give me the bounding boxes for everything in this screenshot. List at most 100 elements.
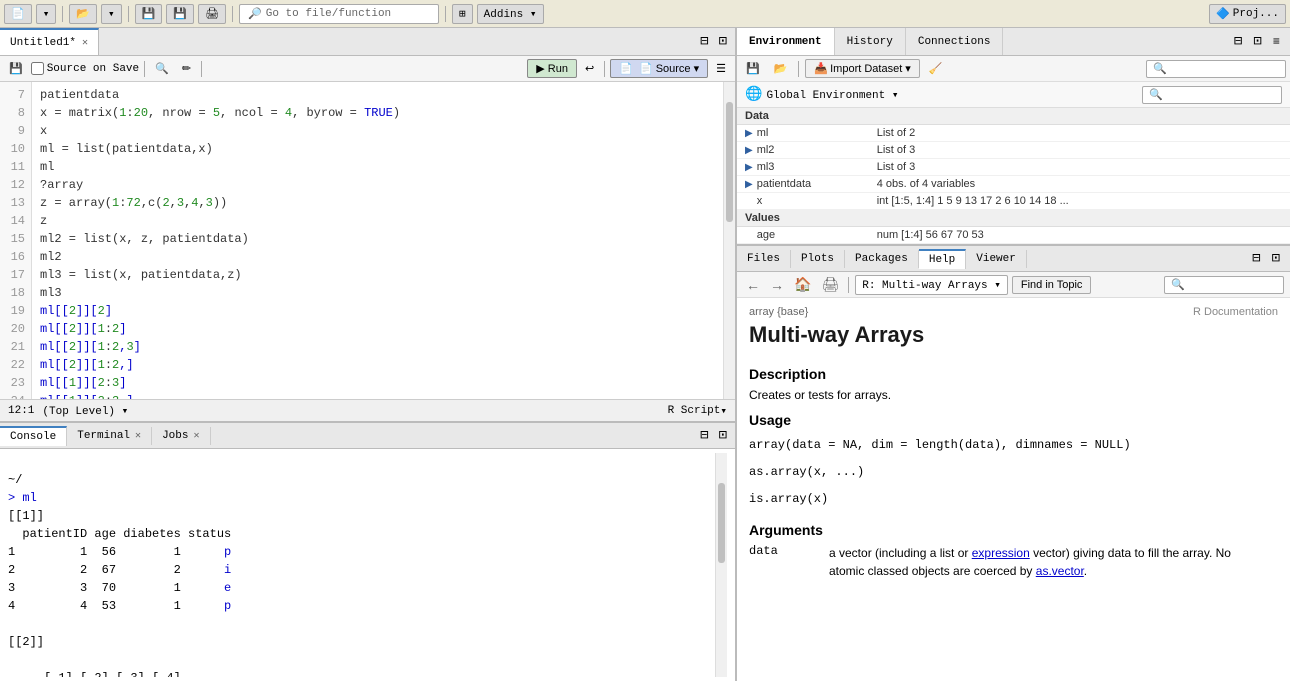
r-multiway-dropdown[interactable]: R: Multi-way Arrays ▾ — [855, 275, 1008, 295]
minimize-console-btn[interactable]: ⊟ — [696, 427, 712, 444]
env-row-age[interactable]: ▶ age num [1:4] 56 67 70 53 — [737, 227, 1290, 244]
console-scrollbar[interactable] — [715, 453, 727, 677]
open-file-btn[interactable]: 📂 — [69, 4, 97, 24]
terminal-tab-label: Terminal — [77, 430, 130, 442]
source-icon: 📄 — [619, 63, 633, 75]
source-on-save-checkbox[interactable] — [31, 62, 44, 75]
help-title: Multi-way Arrays — [749, 322, 1278, 348]
sep-6 — [201, 61, 202, 77]
find-in-topic-btn[interactable]: Find in Topic — [1012, 276, 1092, 294]
help-forward-btn[interactable]: → — [767, 277, 787, 293]
arguments-data-row: data a vector (including a list or expre… — [749, 542, 1278, 582]
env-options-icon[interactable]: ≡ — [1269, 35, 1284, 49]
env-row-ml3[interactable]: ▶ ml3 List of 3 — [737, 159, 1290, 176]
env-filter-input[interactable] — [1142, 86, 1282, 104]
connections-tab[interactable]: Connections — [906, 28, 1004, 55]
global-env-label: Global Environment ▾ — [766, 88, 898, 102]
data-arg-name: data — [749, 544, 829, 580]
minimize-help-btn[interactable]: ⊟ — [1248, 250, 1264, 267]
terminal-tab[interactable]: Terminal ✕ — [67, 427, 152, 445]
minimize-env-btn[interactable]: ⊟ — [1230, 33, 1246, 50]
print-btn[interactable]: 🖨 — [198, 4, 226, 24]
script-type-dropdown[interactable]: ▾ — [720, 404, 727, 418]
usage-code1: array(data = NA, dim = length(data), dim… — [749, 436, 1278, 455]
import-dataset-btn[interactable]: 📥 Import Dataset ▾ — [805, 59, 919, 78]
clear-env-btn[interactable]: 🧹 — [924, 60, 948, 77]
patientdata-arrow: ▶ — [745, 179, 753, 190]
new-file-dropdown-btn[interactable]: ▾ — [36, 4, 57, 24]
as-vector-link[interactable]: as.vector — [1036, 564, 1084, 578]
maximize-help-btn[interactable]: ⊡ — [1268, 250, 1284, 267]
history-tab[interactable]: History — [835, 28, 906, 55]
console-text[interactable]: ~/ > ml [[1]] patientID age diabetes sta… — [8, 453, 715, 677]
jobs-tab[interactable]: Jobs ✕ — [152, 427, 210, 445]
save-btn[interactable]: 💾 — [135, 4, 163, 24]
editor-tab-close[interactable]: ✕ — [82, 37, 88, 49]
code-editor: 7 8 9 10 11 12 13 14 15 16 17 18 19 20 2… — [0, 82, 735, 399]
project-btn[interactable]: 🔷 Proj... — [1209, 4, 1286, 24]
usage-code2: as.array(x, ...) — [749, 463, 1278, 482]
left-panel: Untitled1* ✕ ⊟ ⊡ 💾 Source on Save 🔍 ✏ — [0, 28, 735, 681]
editor-toolbar: 💾 Source on Save 🔍 ✏ ▶ Run ↩ 📄 📄 Source … — [0, 56, 735, 82]
data-arg-desc: a vector (including a list or expression… — [829, 544, 1278, 580]
packages-tab[interactable]: Packages — [845, 250, 919, 268]
files-tab[interactable]: Files — [737, 250, 791, 268]
environment-tab[interactable]: Environment — [737, 28, 835, 55]
maximize-console-btn[interactable]: ⊡ — [715, 427, 731, 444]
help-search-input[interactable] — [1164, 276, 1284, 294]
env-load-btn[interactable]: 📂 — [769, 60, 793, 77]
data-arg-text-after2: . — [1084, 564, 1087, 578]
editor-scrollbar[interactable] — [723, 82, 735, 399]
grid-view-btn[interactable]: ⊞ — [452, 4, 473, 24]
help-tab[interactable]: Help — [919, 249, 966, 269]
env-row-ml[interactable]: ▶ ml List of 2 — [737, 125, 1290, 142]
env-row-ml2[interactable]: ▶ ml2 List of 3 — [737, 142, 1290, 159]
editor-tab-untitled1[interactable]: Untitled1* ✕ — [0, 28, 99, 55]
sep-2 — [128, 6, 129, 22]
help-toolbar: ← → 🏠 🖨 R: Multi-way Arrays ▾ Find in To… — [737, 272, 1290, 298]
env-row-x[interactable]: ▶ x int [1:5, 1:4] 1 5 9 13 17 2 6 10 14… — [737, 193, 1290, 210]
env-save-btn[interactable]: 💾 — [741, 60, 765, 77]
env-row-patientdata[interactable]: ▶ patientdata 4 obs. of 4 variables — [737, 176, 1290, 193]
find-btn[interactable]: 🔍 — [150, 60, 174, 77]
help-print-btn[interactable]: 🖨 — [818, 276, 842, 293]
minimize-editor-btn[interactable]: ⊟ — [696, 33, 712, 50]
code-tools-btn[interactable]: ✏ — [177, 60, 196, 77]
help-content: array {base} R Documentation Multi-way A… — [737, 298, 1290, 681]
global-env-bar: 🌐 Global Environment ▾ — [737, 82, 1290, 108]
go-to-file-input[interactable]: 🔎 Go to file/function — [239, 4, 439, 24]
editor-save-btn[interactable]: 💾 — [4, 60, 28, 77]
rerun-btn[interactable]: ↩ — [580, 60, 599, 77]
level-dropdown[interactable]: ▾ — [122, 406, 129, 418]
sep-7 — [604, 61, 605, 77]
description-text: Creates or tests for arrays. — [749, 386, 1278, 404]
viewer-tab[interactable]: Viewer — [966, 250, 1027, 268]
console-tabs: Console Terminal ✕ Jobs ✕ ⊟ ⊡ — [0, 423, 735, 449]
run-btn[interactable]: ▶ Run — [527, 59, 577, 78]
sep-9 — [848, 277, 849, 293]
jobs-tab-label: Jobs — [162, 430, 188, 442]
global-env-select[interactable]: Global Environment ▾ — [762, 88, 898, 102]
source-on-save-label[interactable]: Source on Save — [31, 62, 139, 75]
help-back-btn[interactable]: ← — [743, 277, 763, 293]
expression-link[interactable]: expression — [972, 546, 1030, 560]
help-home-btn[interactable]: 🏠 — [791, 276, 814, 293]
ml-name: ml — [757, 127, 877, 139]
open-file-dropdown-btn[interactable]: ▾ — [101, 4, 122, 24]
maximize-env-btn[interactable]: ⊡ — [1249, 33, 1265, 50]
console-tab[interactable]: Console — [0, 426, 67, 446]
files-tab-label: Files — [747, 253, 780, 265]
code-content[interactable]: patientdata x = matrix(1:20, nrow = 5, n… — [32, 82, 723, 399]
plots-tab[interactable]: Plots — [791, 250, 845, 268]
script-type: R Script — [668, 405, 721, 417]
console-output: > ml [[1]] patientID age diabetes status… — [8, 491, 231, 677]
source-btn[interactable]: 📄 📄 Source ▾ — [610, 59, 708, 78]
terminal-tab-close[interactable]: ✕ — [135, 430, 141, 442]
maximize-editor-btn[interactable]: ⊡ — [715, 33, 731, 50]
addins-btn[interactable]: Addins ▾ — [477, 4, 544, 24]
new-file-btn[interactable]: 📄 — [4, 4, 32, 24]
save-all-btn[interactable]: 💾 — [166, 4, 194, 24]
jobs-tab-close[interactable]: ✕ — [193, 430, 199, 442]
env-search-input[interactable] — [1146, 60, 1286, 78]
editor-options-btn[interactable]: ☰ — [711, 60, 731, 77]
